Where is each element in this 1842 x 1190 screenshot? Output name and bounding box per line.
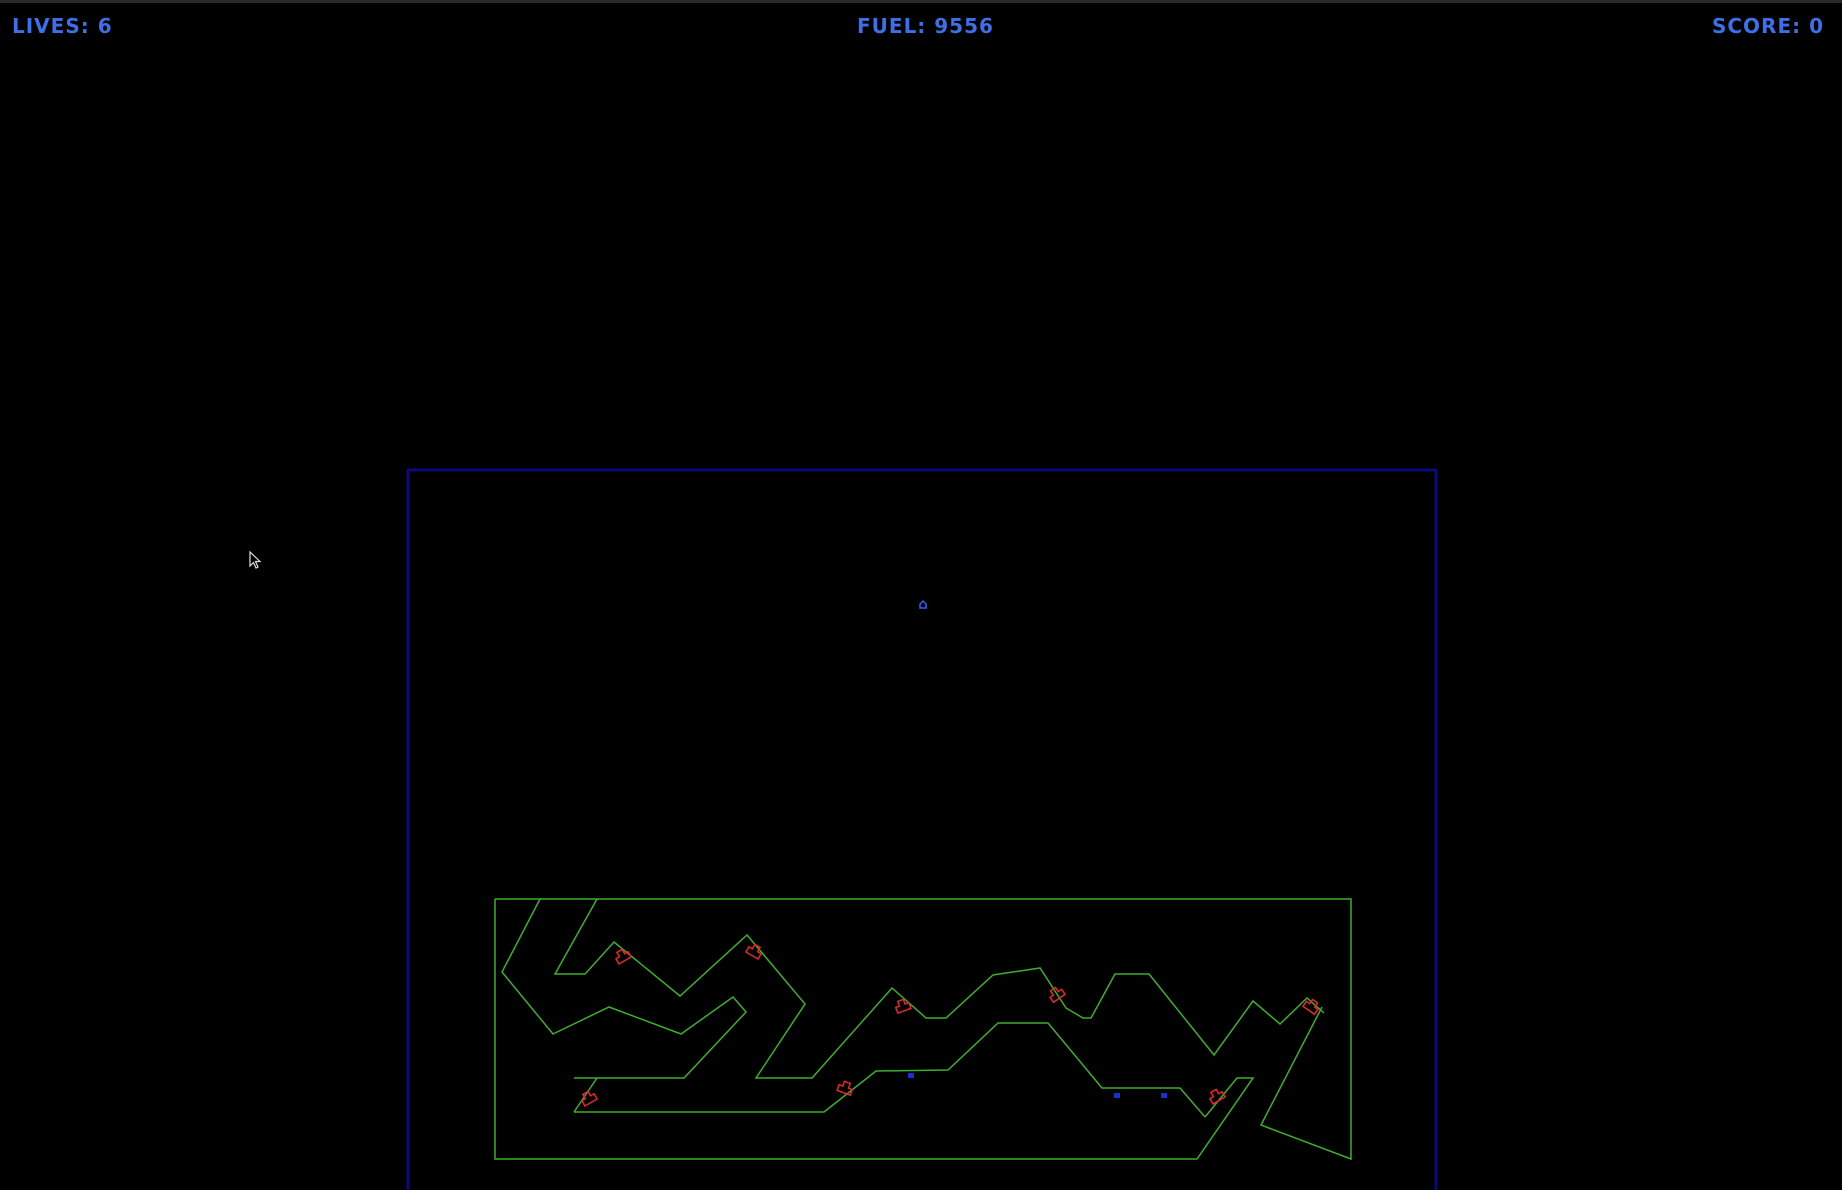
fuel-pod-icon <box>908 1073 914 1078</box>
fuel-pod-icon <box>1161 1093 1167 1098</box>
lander-ship-icon <box>919 599 927 609</box>
terrain-left-wall <box>495 898 748 1079</box>
playfield <box>406 468 1438 1190</box>
turret-icon <box>894 998 912 1015</box>
terrain-lower-ridge <box>574 1022 1206 1118</box>
ship-hull <box>919 599 927 609</box>
turret-icon <box>836 1080 854 1097</box>
turret-icon <box>614 948 633 965</box>
mouse-pointer-icon <box>249 551 262 569</box>
terrain-bottom-wall <box>494 899 1255 1160</box>
terrain-outer-wall <box>540 898 1352 1161</box>
fuel-pod-icon <box>1114 1093 1120 1098</box>
terrain-left-ledge <box>573 1077 598 1113</box>
viewport-border <box>406 468 1438 1190</box>
fuel-pod-group <box>908 1073 1167 1098</box>
turret-icon <box>580 1090 599 1107</box>
cave-terrain <box>494 898 1352 1161</box>
game-screen[interactable]: LIVES: 6 FUEL: 9556 SCORE: 0 <box>0 0 1842 1190</box>
turret-group <box>580 943 1319 1107</box>
terrain-upper-ridge <box>553 898 1325 1079</box>
